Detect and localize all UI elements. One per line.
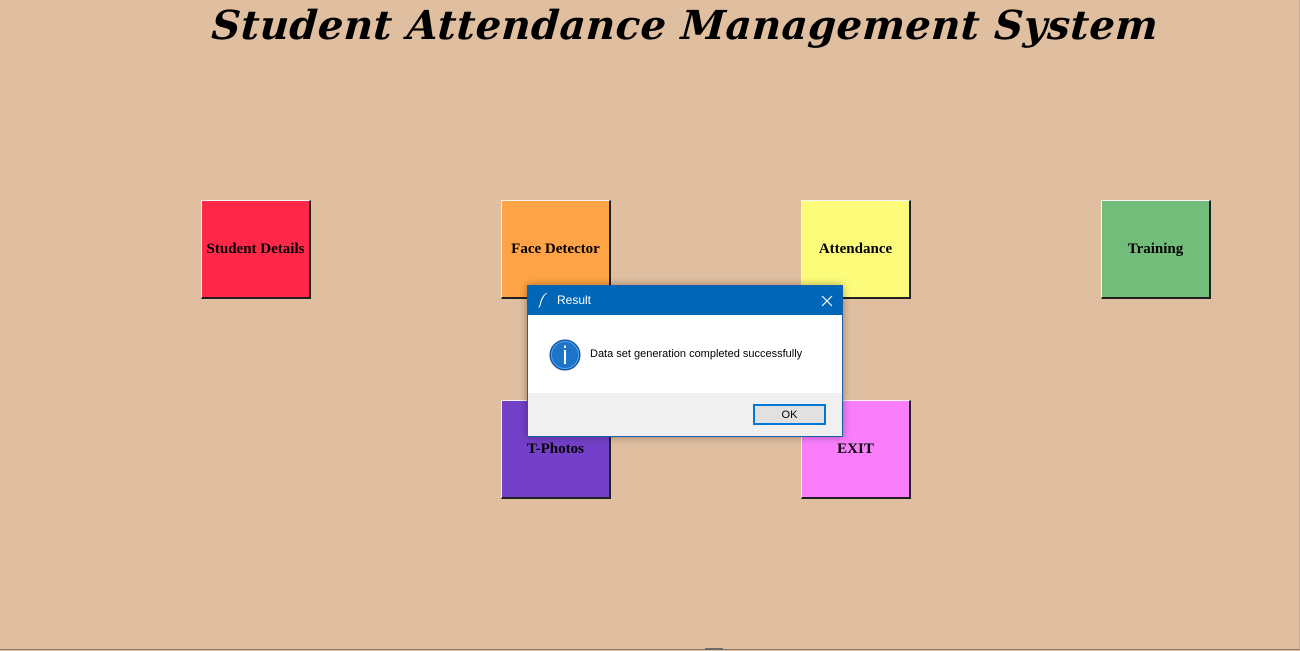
dialog-message: Data set generation completed successful… <box>590 348 803 360</box>
window-resize-grip <box>705 648 723 650</box>
feather-icon <box>538 292 548 308</box>
dialog-title: Result <box>557 293 592 307</box>
training-button[interactable]: Training <box>1101 200 1211 299</box>
dialog-footer: OK <box>528 393 842 436</box>
dialog-titlebar[interactable]: Result <box>528 286 842 315</box>
dialog-body: Data set generation completed successful… <box>528 315 842 393</box>
ok-button[interactable]: OK <box>753 404 826 425</box>
student-details-button[interactable]: Student Details <box>201 200 311 299</box>
close-icon[interactable] <box>812 286 842 315</box>
info-icon <box>549 339 581 371</box>
result-dialog: Result Data set generation completed suc… <box>527 285 843 437</box>
app-title: Student Attendance Management System <box>210 2 1160 49</box>
